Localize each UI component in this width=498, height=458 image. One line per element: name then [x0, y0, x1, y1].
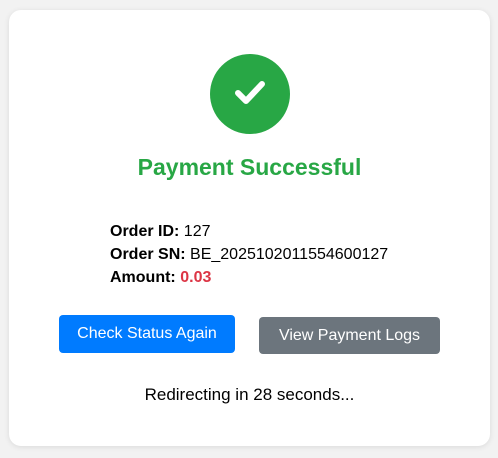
- order-id-value: 127: [183, 223, 211, 240]
- order-id-row: Order ID: 127: [110, 220, 388, 243]
- amount-value: 0.03: [180, 269, 212, 286]
- check-status-button[interactable]: Check Status Again: [59, 315, 235, 353]
- order-sn-row: Order SN: BE_2025102011554600127: [110, 243, 388, 266]
- redirect-countdown: Redirecting in 28 seconds...: [144, 385, 355, 404]
- check-icon: [230, 72, 270, 117]
- view-payment-logs-button[interactable]: View Payment Logs: [259, 317, 440, 354]
- payment-result-card: Payment Successful Order ID: 127 Order S…: [9, 10, 490, 446]
- order-details: Order ID: 127 Order SN: BE_2025102011554…: [110, 220, 388, 289]
- amount-label: Amount:: [110, 269, 176, 286]
- amount-row: Amount: 0.03: [110, 266, 388, 289]
- order-sn-value: BE_2025102011554600127: [190, 246, 389, 263]
- success-badge: [210, 54, 290, 134]
- order-sn-label: Order SN:: [110, 246, 186, 263]
- status-title: Payment Successful: [137, 154, 362, 180]
- order-id-label: Order ID:: [110, 223, 180, 240]
